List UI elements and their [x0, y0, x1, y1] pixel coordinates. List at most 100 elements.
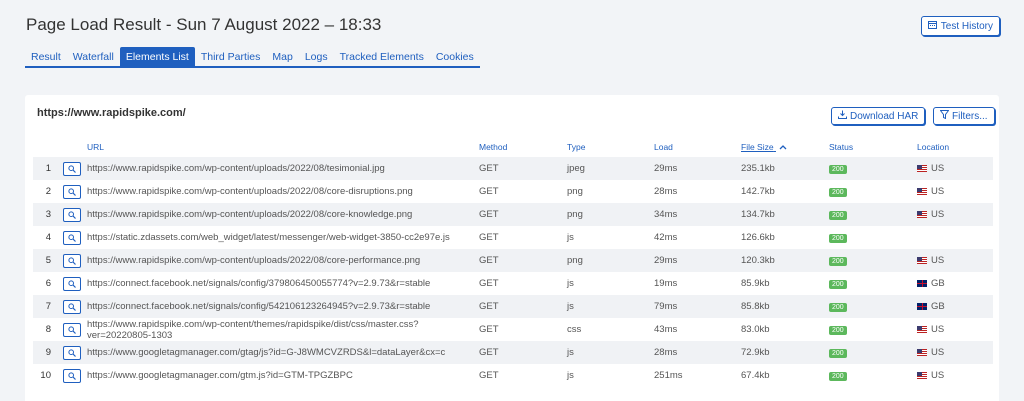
- url-header[interactable]: URL: [83, 137, 475, 157]
- flag-gb-icon: [917, 302, 927, 310]
- tab-cookies[interactable]: Cookies: [430, 47, 480, 66]
- method-cell: GET: [479, 186, 499, 197]
- table-row[interactable]: 6 https://connect.facebook.net/signals/c…: [33, 272, 993, 295]
- location-cell: GB: [913, 272, 993, 295]
- status-badge: 200: [829, 372, 847, 381]
- file-size-cell: 134.7kb: [737, 203, 825, 226]
- tab-result[interactable]: Result: [25, 47, 67, 66]
- url-cell: https://www.rapidspike.com/wp-content/up…: [83, 249, 475, 272]
- magnifier-icon[interactable]: [63, 184, 81, 199]
- tab-elements-list[interactable]: Elements List: [119, 47, 195, 66]
- row-number: 8: [45, 324, 51, 335]
- location-cell: US: [913, 203, 993, 226]
- table-row[interactable]: 5 https://www.rapidspike.com/wp-content/…: [33, 249, 993, 272]
- row-number: 10: [40, 370, 51, 381]
- row-number: 1: [33, 157, 59, 180]
- load-cell: 29ms: [650, 249, 737, 272]
- type-cell: js: [567, 278, 574, 289]
- country-label: US: [931, 324, 945, 335]
- magnifier-icon[interactable]: [63, 276, 81, 291]
- table-row[interactable]: 3 https://www.rapidspike.com/wp-content/…: [33, 203, 993, 226]
- country-label: US: [931, 255, 945, 266]
- type-header[interactable]: Type: [563, 137, 650, 157]
- type-cell: jpeg: [563, 157, 650, 180]
- table-row[interactable]: 8 https://www.rapidspike.com/wp-content/…: [33, 318, 993, 341]
- method-cell: GET: [475, 295, 563, 318]
- file-size-cell: 85.8kb: [737, 295, 825, 318]
- method-header[interactable]: Method: [475, 137, 563, 157]
- load-cell: 34ms: [650, 203, 737, 226]
- load-header[interactable]: Load: [650, 137, 737, 157]
- method-cell: GET: [479, 232, 499, 243]
- tab-third-parties[interactable]: Third Parties: [195, 47, 267, 66]
- country-label: US: [931, 163, 945, 174]
- status-cell: 200: [825, 180, 913, 203]
- magnifier-icon[interactable]: [63, 368, 81, 383]
- magnifier-icon[interactable]: [63, 322, 81, 337]
- magnifier-icon[interactable]: [63, 299, 81, 314]
- flag-gb-icon: [917, 279, 927, 287]
- test-history-label: Test History: [940, 20, 993, 32]
- filters-button[interactable]: Filters...: [933, 107, 995, 125]
- inspect-cell: [59, 226, 83, 249]
- country-label: GB: [931, 278, 945, 289]
- file-size-header[interactable]: File Size: [737, 137, 825, 157]
- load-cell: 29ms: [650, 157, 737, 180]
- location-cell: GB: [913, 295, 993, 318]
- tab-tracked-elements[interactable]: Tracked Elements: [334, 47, 430, 66]
- calendar-icon: [927, 20, 937, 32]
- country-label: US: [931, 370, 945, 381]
- status-badge: 200: [829, 165, 847, 174]
- magnifier-icon[interactable]: [63, 253, 81, 268]
- load-cell: 43ms: [654, 324, 678, 335]
- flag-us-icon: [917, 164, 927, 172]
- status-cell: 200: [825, 318, 913, 341]
- type-cell: js: [563, 295, 650, 318]
- magnifier-icon[interactable]: [63, 207, 81, 222]
- inspect-cell: [59, 249, 83, 272]
- inspect-cell: [59, 157, 83, 180]
- table-header-row: URL Method Type Load File Size Status Lo…: [33, 137, 993, 157]
- status-cell: 200: [825, 295, 913, 318]
- test-history-button[interactable]: Test History: [920, 16, 1000, 36]
- method-cell: GET: [475, 341, 563, 364]
- magnifier-icon[interactable]: [63, 345, 81, 360]
- table-row[interactable]: 4 https://static.zdassets.com/web_widget…: [33, 226, 993, 249]
- status-badge: 200: [829, 349, 847, 358]
- status-cell: 200: [825, 249, 913, 272]
- method-cell: GET: [479, 278, 499, 289]
- inspect-cell: [59, 203, 83, 226]
- type-cell: js: [567, 232, 574, 243]
- method-cell: GET: [475, 203, 563, 226]
- tab-map[interactable]: Map: [266, 47, 298, 66]
- type-cell: js: [567, 370, 574, 381]
- status-cell: 200: [825, 364, 913, 387]
- tab-bar: Result Waterfall Elements List Third Par…: [25, 47, 480, 68]
- file-size-cell: 142.7kb: [741, 186, 775, 197]
- load-cell: 19ms: [654, 278, 678, 289]
- table-row[interactable]: 2 https://www.rapidspike.com/wp-content/…: [33, 180, 993, 203]
- url-cell: https://www.rapidspike.com/wp-content/up…: [87, 186, 413, 197]
- filter-icon: [939, 110, 950, 122]
- method-cell: GET: [475, 157, 563, 180]
- location-cell: US: [913, 157, 993, 180]
- location-cell: US: [913, 364, 993, 387]
- table-row[interactable]: 10 https://www.googletagmanager.com/gtm.…: [33, 364, 993, 387]
- magnifier-icon[interactable]: [63, 230, 81, 245]
- tab-logs[interactable]: Logs: [299, 47, 334, 66]
- tab-waterfall[interactable]: Waterfall: [67, 47, 120, 66]
- location-header[interactable]: Location: [913, 137, 993, 157]
- table-row[interactable]: 1 https://www.rapidspike.com/wp-content/…: [33, 157, 993, 180]
- flag-us-icon: [917, 187, 927, 195]
- row-number: 7: [33, 295, 59, 318]
- status-cell: 200: [825, 272, 913, 295]
- download-har-button[interactable]: Download HAR: [831, 107, 926, 125]
- magnifier-icon[interactable]: [63, 161, 81, 176]
- table-row[interactable]: 9 https://www.googletagmanager.com/gtag/…: [33, 341, 993, 364]
- file-size-cell: 72.9kb: [737, 341, 825, 364]
- url-cell: https://www.rapidspike.com/wp-content/up…: [83, 157, 475, 180]
- status-header[interactable]: Status: [825, 137, 913, 157]
- table-row[interactable]: 7 https://connect.facebook.net/signals/c…: [33, 295, 993, 318]
- status-badge: 200: [829, 257, 847, 266]
- file-size-header-label: File Size: [741, 142, 774, 152]
